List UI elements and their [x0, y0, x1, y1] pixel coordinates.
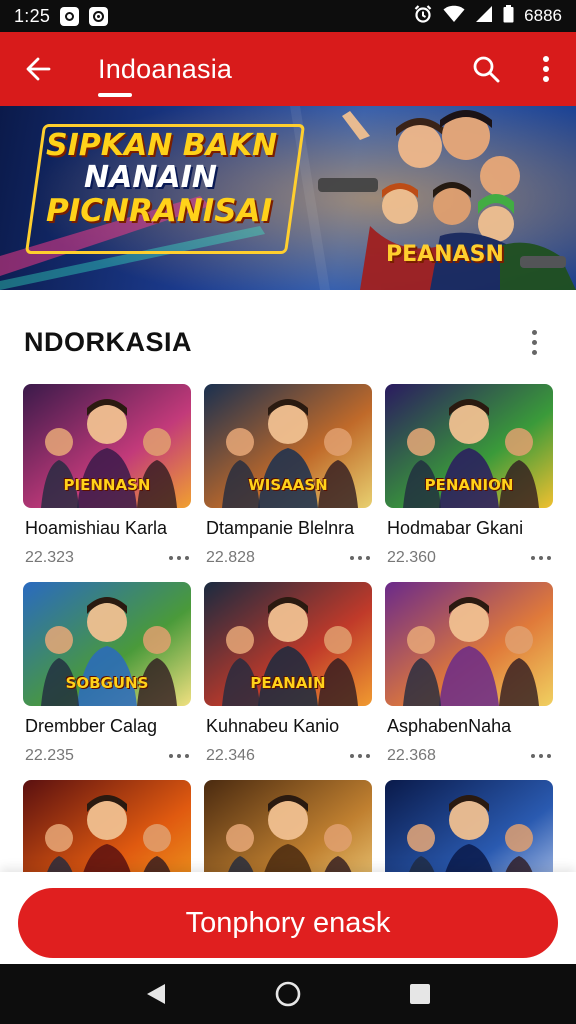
game-meta: 22.235: [25, 746, 193, 766]
app-title-wrap[interactable]: Indoanasia: [76, 32, 456, 106]
more-horiz-icon[interactable]: [350, 754, 370, 758]
more-horiz-icon[interactable]: [531, 754, 551, 758]
game-title: Dtampanie Blelnra: [206, 518, 355, 538]
thumbnail-title: PEANAIN: [250, 674, 326, 692]
nav-back-button[interactable]: [136, 974, 176, 1014]
more-horiz-icon[interactable]: [169, 754, 189, 758]
banner-line-1: SIPKAN BAKN: [46, 128, 278, 163]
game-count: 22.346: [206, 747, 255, 764]
app-icon-1: [60, 6, 80, 26]
navigation-bar: [0, 964, 576, 1024]
game-thumbnail[interactable]: PENANION: [385, 384, 553, 508]
nav-back-icon: [147, 984, 165, 1004]
game-count: 22.828: [206, 549, 255, 566]
nav-recents-icon: [410, 984, 430, 1004]
primary-action-button[interactable]: Tonphory enask: [18, 888, 558, 958]
game-count: 22.368: [387, 747, 436, 764]
game-thumbnail[interactable]: [385, 582, 553, 706]
banner-line-3: PICNRANISAI: [46, 192, 273, 229]
game-meta: 22.346: [206, 746, 374, 766]
game-meta: 22.828: [206, 548, 374, 568]
section-title: NDORKASIA: [24, 326, 193, 357]
banner-line-2: NANAIN: [84, 160, 217, 196]
more-horiz-icon[interactable]: [169, 556, 189, 560]
game-meta: 22.368: [387, 746, 555, 766]
nav-recents-button[interactable]: [400, 974, 440, 1014]
game-count: 22.323: [25, 549, 74, 566]
game-meta: 22.323: [25, 548, 193, 568]
action-area: Tonphory enask: [0, 872, 576, 964]
section-more-button[interactable]: [522, 322, 546, 362]
game-title: Kuhnabeu Kanio: [206, 716, 340, 736]
back-arrow-icon: [26, 57, 51, 81]
promo-banner[interactable]: SIPKAN BAKN NANAIN PICNRANISAI PEANASN: [0, 106, 576, 290]
app-title: Indoanasia: [98, 53, 233, 84]
game-thumbnail[interactable]: PIENNASN: [23, 384, 191, 508]
title-underline: [98, 93, 132, 97]
nav-home-button[interactable]: [268, 974, 308, 1014]
overflow-menu-button[interactable]: [516, 32, 576, 106]
status-bar: 1:25 6886: [0, 0, 576, 32]
search-button[interactable]: [456, 32, 516, 106]
nav-home-icon: [275, 981, 301, 1007]
game-count: 22.235: [25, 747, 74, 764]
app-icon-2: [89, 6, 109, 26]
back-button[interactable]: [0, 32, 76, 106]
game-title: Drembber Calag: [25, 716, 158, 736]
more-horiz-icon[interactable]: [531, 556, 551, 560]
more-horiz-icon[interactable]: [350, 556, 370, 560]
thumbnail-title: SOBGUNS: [65, 674, 149, 692]
game-thumbnail[interactable]: PEANAIN: [204, 582, 372, 706]
game-thumbnail[interactable]: WISAASN: [204, 384, 372, 508]
more-vert-icon: [531, 329, 537, 335]
battery-icon: [503, 4, 514, 28]
section-header: NDORKASIA: [0, 318, 576, 366]
game-title: Hodmabar Gkani: [387, 518, 524, 538]
app-bar: Indoanasia: [0, 32, 576, 106]
game-title: Hoamishiau Karla: [25, 518, 168, 538]
thumbnail-title: PENANION: [424, 476, 514, 494]
game-thumbnail[interactable]: SOBGUNS: [23, 582, 191, 706]
more-vert-icon: [543, 56, 549, 82]
game-meta: 22.360: [387, 548, 555, 568]
wifi-icon: [443, 5, 465, 28]
search-icon: [473, 56, 500, 83]
status-time: 1:25: [14, 5, 51, 26]
banner-headline: SIPKAN BAKN NANAIN PICNRANISAI: [46, 128, 306, 229]
thumbnail-title: WISAASN: [248, 476, 328, 494]
signal-icon: [475, 5, 493, 28]
alarm-icon: [413, 4, 433, 29]
game-count: 22.360: [387, 549, 436, 566]
game-title: AsphabenNaha: [387, 716, 512, 736]
thumbnail-title: PIENNASN: [63, 476, 151, 494]
banner-logo: PEANASN: [386, 242, 504, 267]
battery-text: 6886: [524, 6, 562, 25]
